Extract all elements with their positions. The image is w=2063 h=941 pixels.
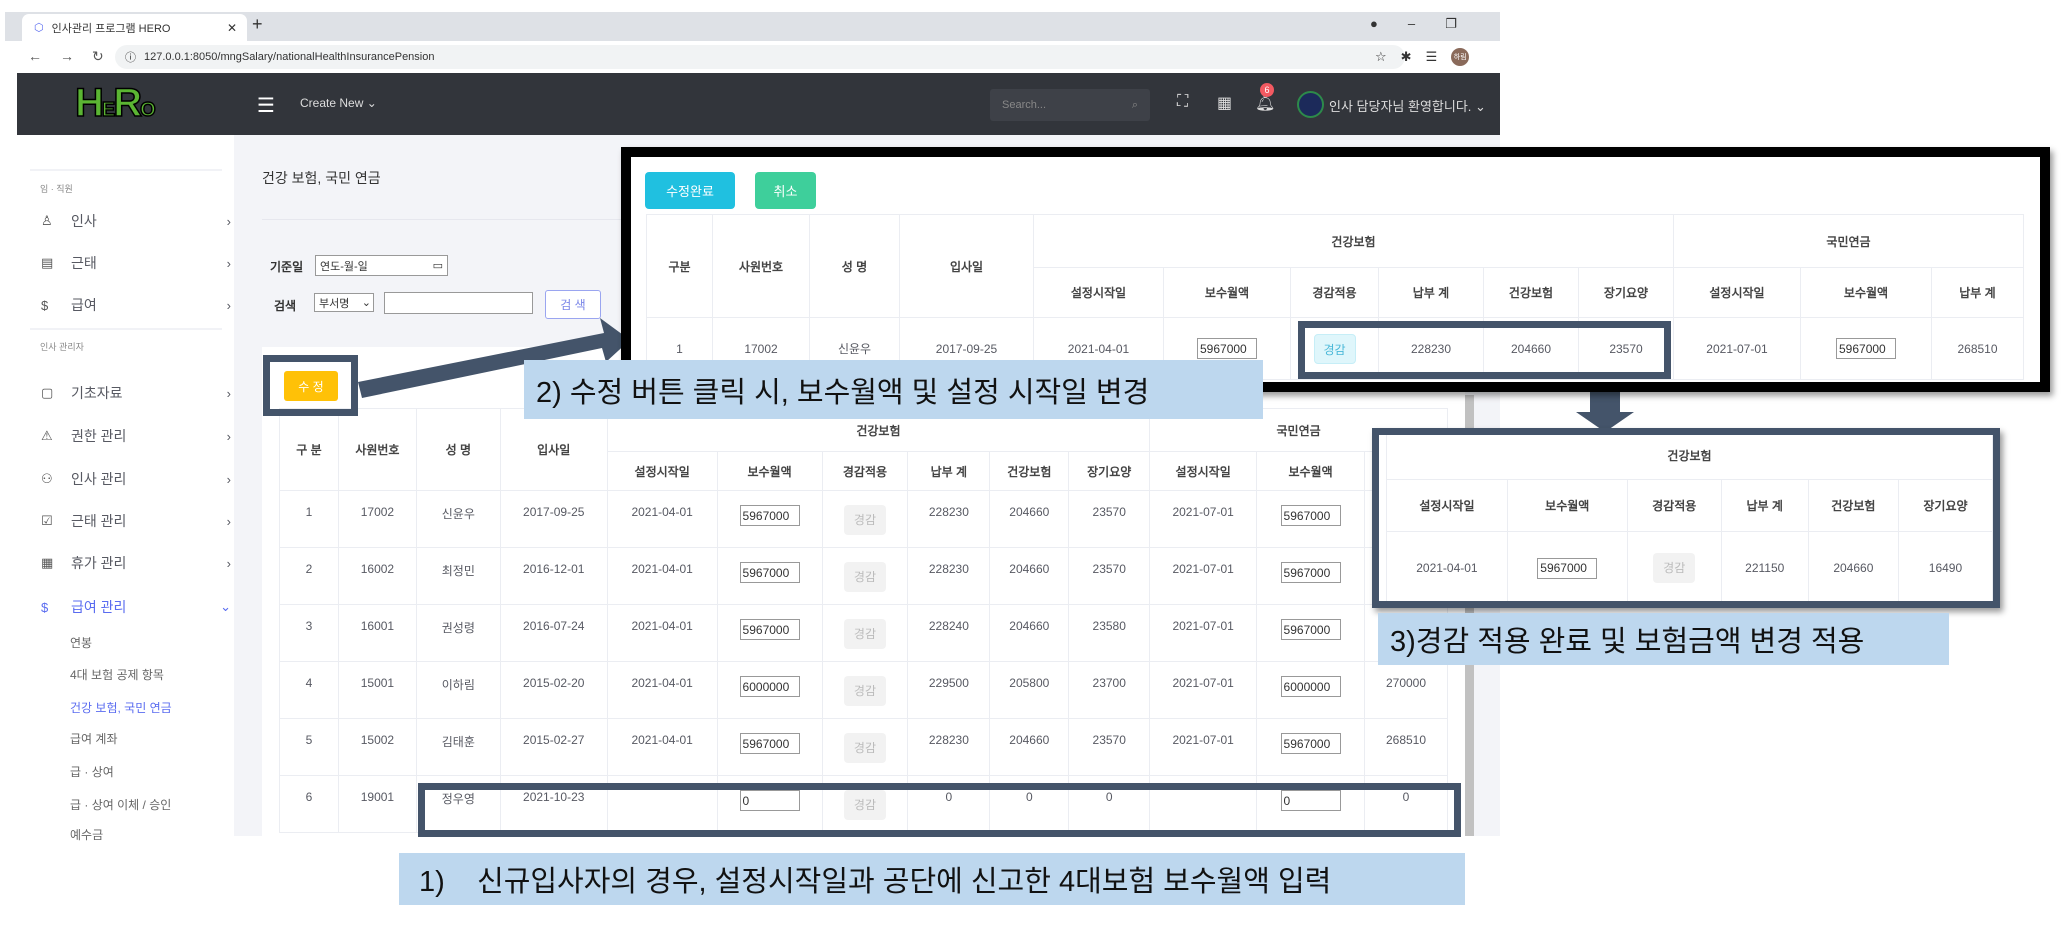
table-cell: 268510 bbox=[1931, 317, 2024, 380]
table-cell: 2021-04-01 bbox=[1386, 531, 1508, 601]
table-cell: 건강보험 bbox=[1807, 479, 1899, 532]
table-cell: 건강보험 bbox=[1386, 435, 1993, 480]
table-cell: 사원번호 bbox=[712, 214, 810, 318]
table-cell: 경감적용 bbox=[1290, 267, 1379, 318]
table-cell: 2021-07-01 bbox=[1673, 317, 1801, 380]
table-cell: 설정시작일 bbox=[1673, 267, 1801, 318]
callout-step-3: 3)경감 적용 완료 및 보험금액 변경 적용 bbox=[1378, 613, 1949, 665]
cancel-button[interactable]: 취소 bbox=[755, 172, 816, 209]
table-cell: 입사일 bbox=[899, 214, 1034, 318]
callout-step-1: 1) 신규입사자의 경우, 설정시작일과 공단에 신고한 4대보험 보수월액 입… bbox=[399, 853, 1465, 905]
table-cell: 경감적용 bbox=[1626, 479, 1722, 532]
table-cell: 납부 계 bbox=[1931, 267, 2024, 318]
table-row: 2021-04-01 경감 22115020466016490 bbox=[1386, 531, 1993, 601]
result-overlay: 건강보험설정시작일보수월액경감적용납부 계건강보험장기요양2021-04-01경… bbox=[1372, 428, 2000, 608]
result-health-table: 건강보험설정시작일보수월액경감적용납부 계건강보험장기요양2021-04-01경… bbox=[1386, 435, 1993, 601]
table-cell: 221150 bbox=[1720, 531, 1809, 601]
table-cell: 성 명 bbox=[809, 214, 900, 318]
table-cell: 국민연금 bbox=[1673, 214, 2024, 268]
table-cell bbox=[1800, 317, 1932, 380]
table-cell: 보수월액 bbox=[1163, 267, 1291, 318]
table-cell: 납부 계 bbox=[1720, 479, 1809, 532]
salary-input[interactable] bbox=[1197, 338, 1257, 359]
table-cell bbox=[1506, 531, 1628, 601]
table-cell: 납부 계 bbox=[1378, 267, 1484, 318]
salary-input[interactable] bbox=[1537, 557, 1598, 579]
table-cell: 설정시작일 bbox=[1033, 267, 1164, 318]
highlight-reduction-values bbox=[1298, 321, 1671, 379]
table-cell: 204660 bbox=[1807, 531, 1899, 601]
table-cell: 건강보험 bbox=[1033, 214, 1674, 268]
table-cell: 16490 bbox=[1897, 531, 1993, 601]
table-cell: 구분 bbox=[646, 214, 713, 318]
table-cell: 설정시작일 bbox=[1386, 479, 1508, 532]
table-cell: 장기요양 bbox=[1578, 267, 1674, 318]
salary-input[interactable] bbox=[1836, 338, 1896, 359]
table-cell: 경감 bbox=[1626, 531, 1722, 601]
callout-step-2: 2) 수정 버튼 클릭 시, 보수월액 및 설정 시작일 변경 bbox=[524, 360, 1263, 419]
reduction-button[interactable]: 경감 bbox=[1653, 553, 1696, 583]
table-cell: 보수월액 bbox=[1506, 479, 1628, 532]
table-cell: 보수월액 bbox=[1800, 267, 1932, 318]
save-edit-button[interactable]: 수정완료 bbox=[645, 172, 735, 209]
table-cell: 장기요양 bbox=[1897, 479, 1993, 532]
table-cell: 건강보험 bbox=[1483, 267, 1579, 318]
